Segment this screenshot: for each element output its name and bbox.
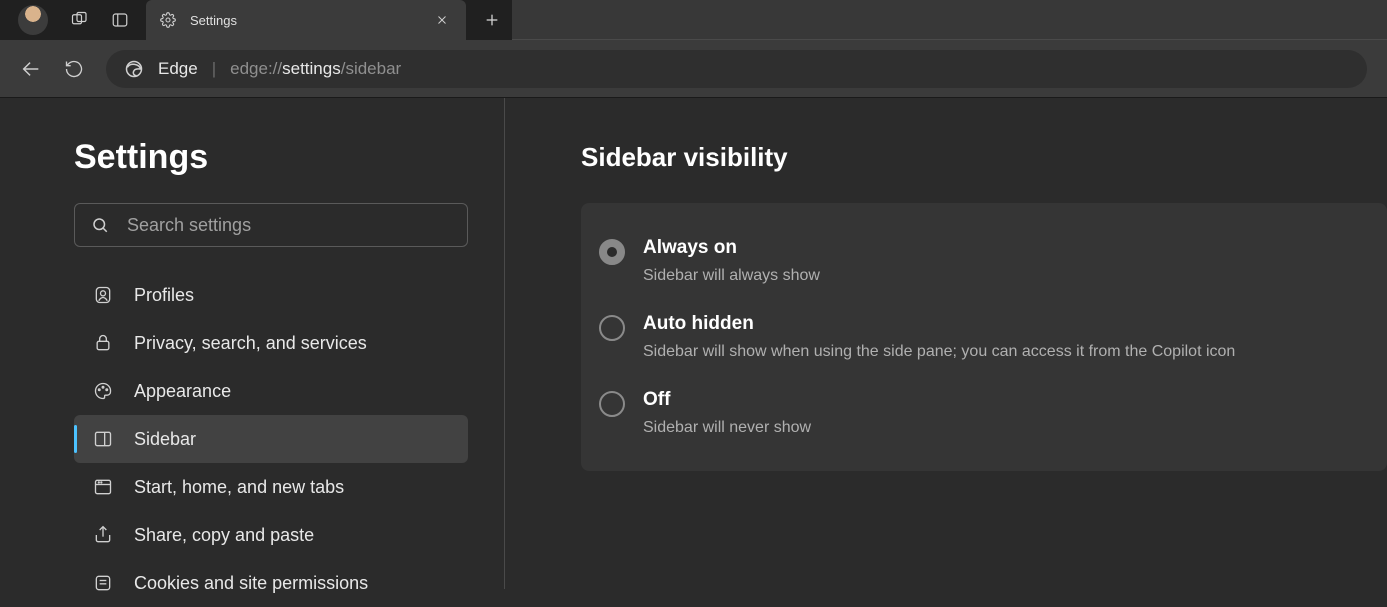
palette-icon bbox=[92, 381, 114, 401]
refresh-button[interactable] bbox=[64, 59, 84, 79]
address-separator: | bbox=[212, 59, 216, 79]
nav-start-home[interactable]: Start, home, and new tabs bbox=[74, 463, 468, 511]
sidebar-icon bbox=[92, 429, 114, 449]
search-settings[interactable] bbox=[74, 203, 468, 247]
section-title: Sidebar visibility bbox=[581, 142, 1387, 173]
profile-icon bbox=[92, 285, 114, 305]
share-icon bbox=[92, 525, 114, 545]
toolbar: Edge | edge://settings/sidebar bbox=[0, 40, 1387, 98]
settings-sidebar: Settings Profiles Privacy, search, and s… bbox=[0, 98, 505, 589]
new-tab-button[interactable] bbox=[472, 0, 512, 40]
profile-avatar[interactable] bbox=[18, 5, 48, 35]
nav-cookies[interactable]: Cookies and site permissions bbox=[74, 559, 468, 607]
address-url: edge://settings/sidebar bbox=[230, 59, 401, 79]
visibility-options-card: Always on Sidebar will always show Auto … bbox=[581, 203, 1387, 471]
address-bar[interactable]: Edge | edge://settings/sidebar bbox=[106, 50, 1367, 88]
radio-off[interactable] bbox=[599, 391, 625, 417]
nav-label: Profiles bbox=[134, 285, 194, 306]
back-button[interactable] bbox=[20, 58, 42, 80]
cookies-icon bbox=[92, 573, 114, 593]
nav-share[interactable]: Share, copy and paste bbox=[74, 511, 468, 559]
nav-appearance[interactable]: Appearance bbox=[74, 367, 468, 415]
gear-icon bbox=[160, 12, 176, 28]
option-off[interactable]: Off Sidebar will never show bbox=[595, 375, 1373, 451]
tab-close-button[interactable] bbox=[428, 10, 456, 30]
option-desc: Sidebar will show when using the side pa… bbox=[643, 343, 1235, 361]
option-always-on[interactable]: Always on Sidebar will always show bbox=[595, 223, 1373, 299]
option-label: Off bbox=[643, 389, 811, 411]
settings-nav: Profiles Privacy, search, and services A… bbox=[74, 271, 468, 607]
address-brand: Edge bbox=[158, 59, 198, 79]
nav-label: Sidebar bbox=[134, 429, 196, 450]
browser-tab[interactable]: Settings bbox=[146, 0, 466, 40]
workspaces-icon[interactable] bbox=[60, 0, 100, 40]
nav-sidebar[interactable]: Sidebar bbox=[74, 415, 468, 463]
window-icon bbox=[92, 477, 114, 497]
nav-label: Appearance bbox=[134, 381, 231, 402]
search-icon bbox=[91, 216, 109, 234]
nav-label: Share, copy and paste bbox=[134, 525, 314, 546]
edge-logo-icon bbox=[124, 59, 144, 79]
settings-main: Sidebar visibility Always on Sidebar wil… bbox=[505, 98, 1387, 589]
option-label: Always on bbox=[643, 237, 820, 259]
tab-title: Settings bbox=[190, 13, 414, 28]
radio-auto-hidden[interactable] bbox=[599, 315, 625, 341]
option-label: Auto hidden bbox=[643, 313, 1235, 335]
lock-icon bbox=[92, 333, 114, 353]
nav-label: Cookies and site permissions bbox=[134, 573, 368, 594]
radio-always-on[interactable] bbox=[599, 239, 625, 265]
nav-profiles[interactable]: Profiles bbox=[74, 271, 468, 319]
page-title: Settings bbox=[74, 138, 468, 177]
option-auto-hidden[interactable]: Auto hidden Sidebar will show when using… bbox=[595, 299, 1373, 375]
tabstrip bbox=[512, 0, 1387, 40]
titlebar: Settings bbox=[0, 0, 1387, 40]
nav-label: Privacy, search, and services bbox=[134, 333, 367, 354]
tab-actions-icon[interactable] bbox=[100, 0, 140, 40]
search-input[interactable] bbox=[127, 215, 451, 236]
option-desc: Sidebar will never show bbox=[643, 419, 811, 437]
nav-privacy[interactable]: Privacy, search, and services bbox=[74, 319, 468, 367]
option-desc: Sidebar will always show bbox=[643, 267, 820, 285]
nav-label: Start, home, and new tabs bbox=[134, 477, 344, 498]
